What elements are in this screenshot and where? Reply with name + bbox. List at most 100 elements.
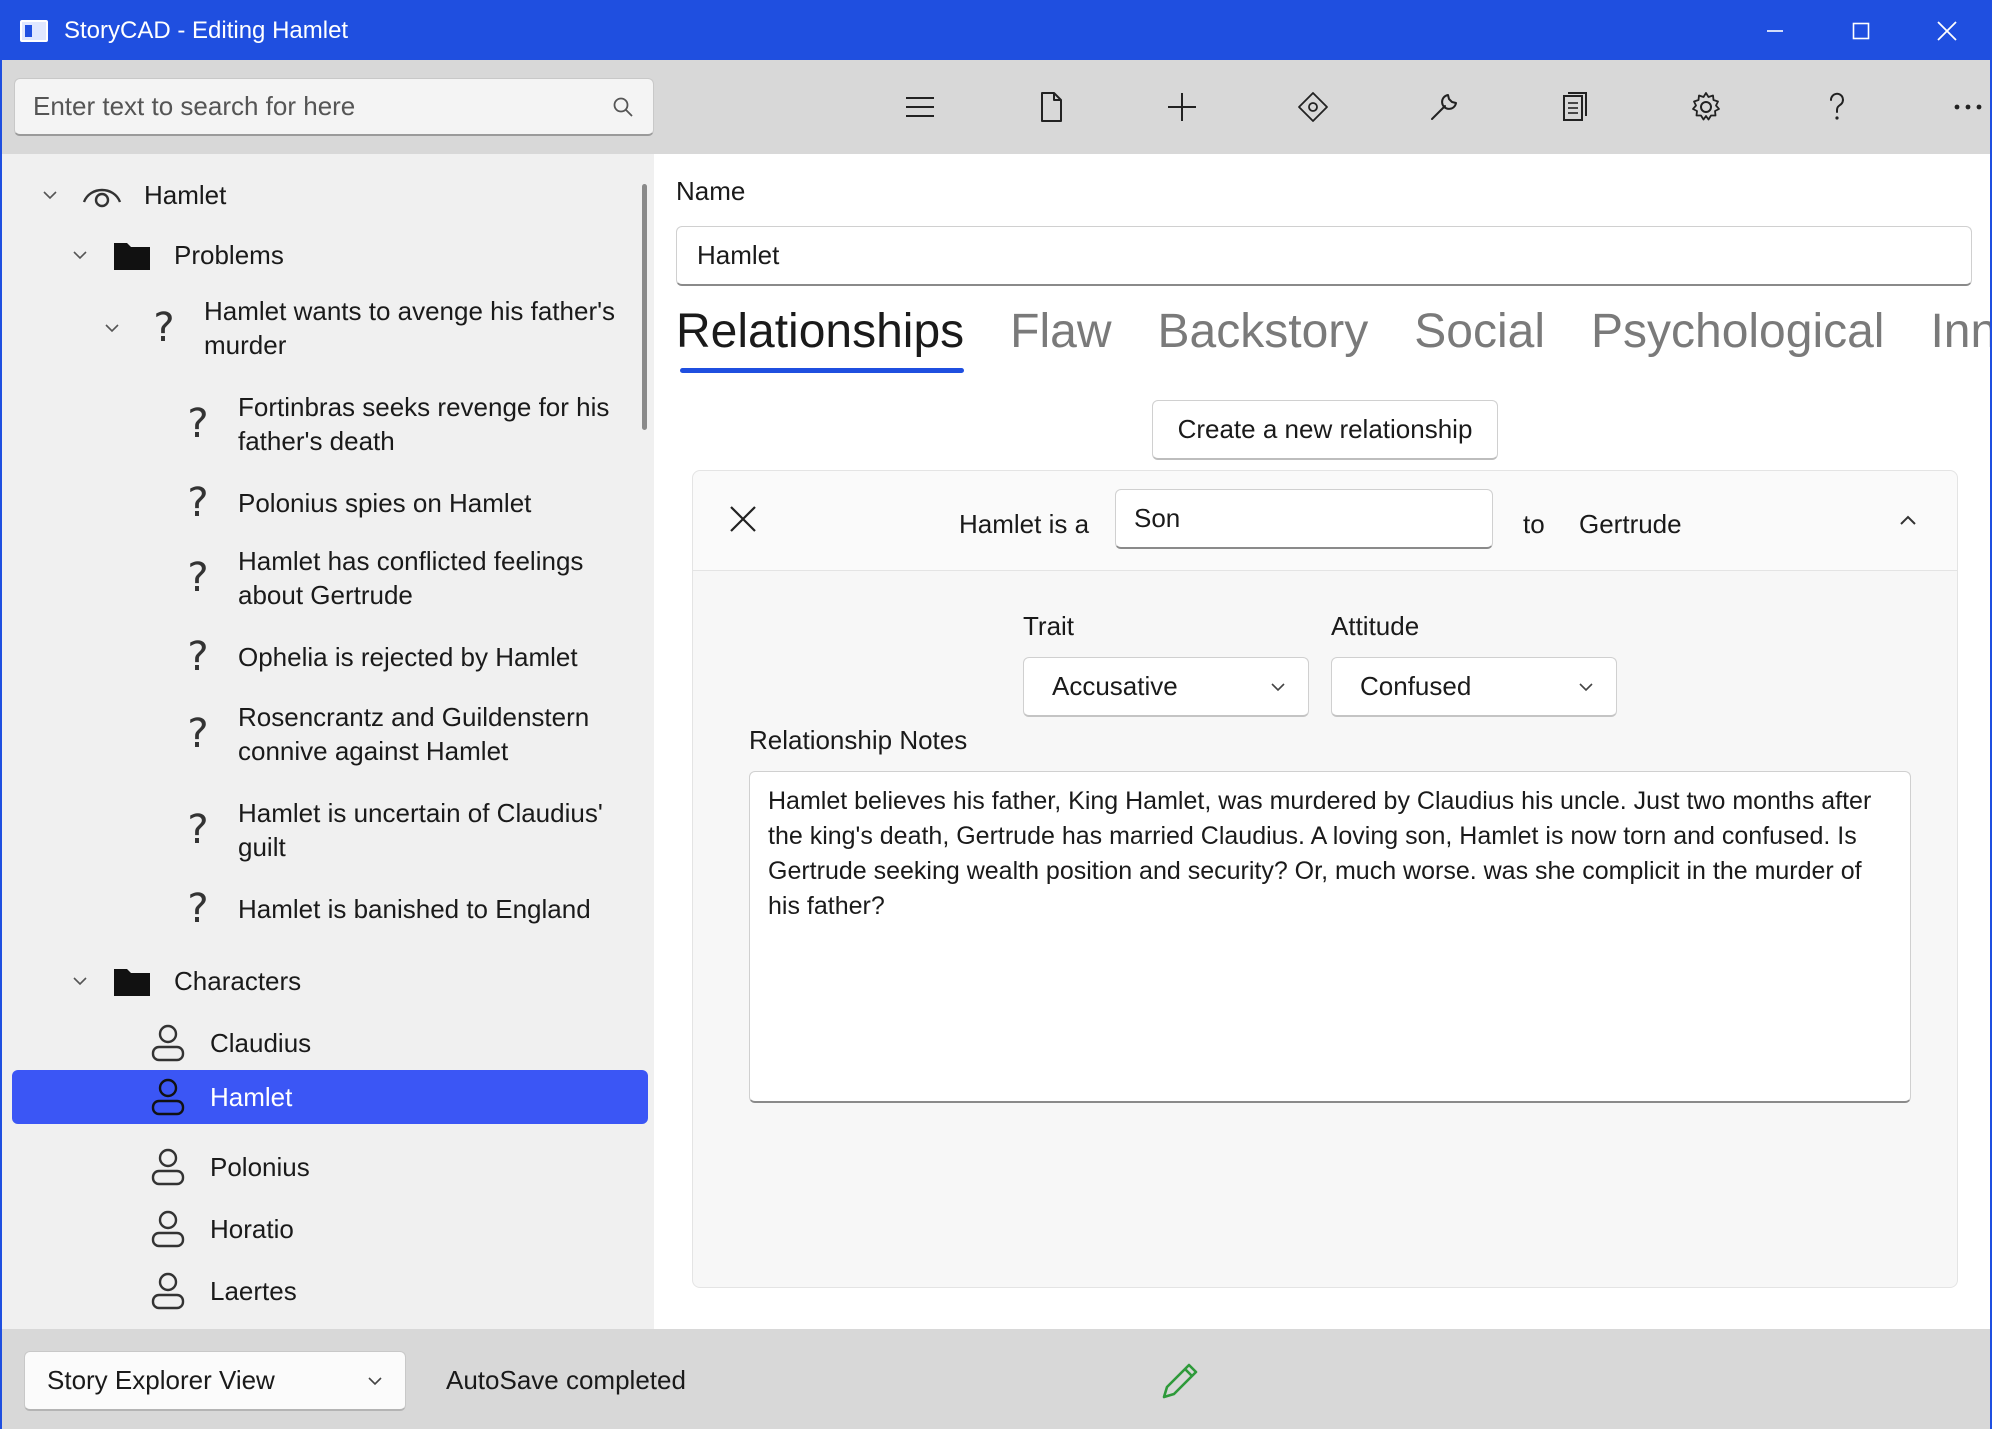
remove-relationship-button[interactable] [723, 499, 763, 539]
tree-node-label: Hamlet is uncertain of Claudius' guilt [238, 798, 603, 862]
tab-social[interactable]: Social [1414, 304, 1545, 359]
more-icon [1954, 104, 1981, 110]
tree-node-character[interactable]: Horatio [148, 1200, 294, 1258]
settings-button[interactable] [1640, 78, 1771, 136]
tree-node-label: Rosencrantz and Guildenstern connive aga… [238, 702, 590, 766]
tree-node-problem[interactable]: ? Hamlet is uncertain of Claudius' guilt [178, 790, 638, 870]
reports-icon [1562, 92, 1587, 121]
chevron-up-icon [1900, 515, 1916, 525]
status-message: AutoSave completed [446, 1365, 686, 1395]
maximize-icon [1852, 22, 1870, 40]
tab-backstory[interactable]: Backstory [1158, 304, 1369, 359]
chevron-down-icon [368, 1376, 382, 1385]
tree-node-problem[interactable]: ? Hamlet is banished to England [178, 880, 638, 938]
tab-flaw[interactable]: Flaw [1010, 304, 1111, 359]
view-selector-value: Story Explorer View [47, 1365, 275, 1395]
more-button[interactable] [1902, 78, 1992, 136]
name-field[interactable]: Hamlet [676, 226, 1972, 286]
folder-icon [112, 961, 152, 1001]
tree-node-problem[interactable]: ? Hamlet wants to avenge his father's mu… [102, 288, 642, 368]
trait-dropdown[interactable]: Accusative [1023, 657, 1309, 717]
app-window: StoryCAD - Editing Hamlet Enter text to … [0, 0, 1992, 1429]
tree-node-characters-folder[interactable]: Characters [70, 952, 301, 1010]
relationship-role-field[interactable]: Son [1115, 489, 1493, 549]
tree-node-label: Hamlet is banished to England [238, 894, 591, 924]
tree-node-label: Problems [174, 240, 284, 270]
tree-node-problem[interactable]: ? Polonius spies on Hamlet [178, 474, 638, 532]
tree-node-problem[interactable]: ? Rosencrantz and Guildenstern connive a… [178, 694, 638, 774]
chevron-down-icon[interactable] [70, 971, 90, 991]
problem-icon: ? [187, 480, 209, 526]
attitude-dropdown[interactable]: Confused [1331, 657, 1617, 717]
toolbar [2, 60, 1990, 154]
problem-icon: ? [187, 807, 209, 853]
name-label: Name [676, 176, 746, 206]
title-bar: StoryCAD - Editing Hamlet [2, 2, 1990, 60]
tree-node-label: Fortinbras seeks revenge for his father'… [238, 392, 610, 456]
relationship-prefix: Hamlet is a [959, 509, 1090, 539]
chevron-down-icon[interactable] [70, 245, 90, 265]
collapse-button[interactable] [1893, 505, 1923, 535]
file-icon [1040, 92, 1062, 122]
tree-node-character[interactable]: Claudius [148, 1014, 311, 1072]
menu-button[interactable] [854, 78, 985, 136]
problem-icon: ? [153, 305, 175, 351]
tree-node-label: Polonius spies on Hamlet [238, 488, 532, 518]
tree-node-problem[interactable]: ? Hamlet has conflicted feelings about G… [178, 538, 638, 618]
tools-button[interactable] [1378, 78, 1509, 136]
tree-node-problems-folder[interactable]: Problems [70, 226, 284, 284]
close-icon [1937, 21, 1957, 41]
tree-node-character[interactable]: Laertes [148, 1262, 297, 1320]
person-icon [148, 1147, 188, 1187]
search-icon[interactable] [611, 95, 635, 119]
tree-node-label: Ophelia is rejected by Hamlet [238, 642, 578, 672]
view-selector-dropdown[interactable]: Story Explorer View [24, 1351, 406, 1411]
tree-node-label: Horatio [210, 1214, 294, 1244]
chevron-down-icon [1579, 682, 1593, 691]
tab-relationships[interactable]: Relationships [676, 304, 965, 373]
search-input[interactable] [33, 91, 611, 122]
tab-inner-traits[interactable]: Inner Tra [1930, 304, 1990, 359]
story-explorer-tree: Hamlet Problems ? Hamlet wants to avenge… [2, 154, 654, 1329]
tab-psychological[interactable]: Psychological [1591, 304, 1884, 359]
window-controls [1732, 2, 1990, 60]
create-relationship-button[interactable]: Create a new relationship [1152, 400, 1498, 460]
new-file-button[interactable] [985, 78, 1116, 136]
tree-node-character-selected[interactable]: Hamlet [12, 1070, 648, 1124]
status-bar: Story Explorer View AutoSave completed [2, 1329, 1990, 1429]
search-box[interactable] [14, 78, 654, 136]
problem-icon: ? [187, 401, 209, 447]
tree-node-label: Hamlet wants to avenge his father's murd… [204, 296, 616, 360]
relationship-to-label: to [1523, 509, 1545, 539]
tree-node-label: Hamlet [144, 180, 227, 210]
relationship-partner: Gertrude [1579, 509, 1682, 539]
reports-button[interactable] [1509, 78, 1640, 136]
move-button[interactable] [1247, 78, 1378, 136]
person-icon [148, 1209, 188, 1249]
person-icon [148, 1023, 188, 1063]
relationship-notes-textarea[interactable]: Hamlet believes his father, King Hamlet,… [749, 771, 1911, 1103]
problem-icon: ? [187, 555, 209, 601]
tree-scrollbar[interactable] [642, 184, 647, 430]
tree-node-label: Polonius [210, 1152, 310, 1182]
tree-node-character[interactable]: Polonius [148, 1138, 310, 1196]
chevron-down-icon[interactable] [102, 318, 122, 338]
help-button[interactable] [1771, 78, 1902, 136]
help-icon [1829, 92, 1844, 120]
tree-node-problem[interactable]: ? Ophelia is rejected by Hamlet [178, 628, 638, 686]
tools-icon [1430, 94, 1457, 120]
tree-node-label: Hamlet [210, 1082, 293, 1112]
chevron-down-icon[interactable] [40, 185, 60, 205]
tree-node-problem[interactable]: ? Fortinbras seeks revenge for his fathe… [178, 384, 638, 464]
tab-strip: Relationships Flaw Backstory Social Psyc… [676, 304, 1990, 373]
tree-node-label: Characters [174, 966, 302, 996]
tree-node-root[interactable]: Hamlet [40, 166, 226, 224]
close-icon [730, 506, 756, 532]
tree-node-label: Laertes [210, 1276, 297, 1306]
add-button[interactable] [1116, 78, 1247, 136]
minimize-button[interactable] [1732, 2, 1818, 60]
tree-node-label: Hamlet has conflicted feelings about Ger… [238, 546, 584, 610]
maximize-button[interactable] [1818, 2, 1904, 60]
relationship-card: Hamlet is a Son to Gertrude Trait Attitu… [692, 470, 1958, 1288]
close-window-button[interactable] [1904, 2, 1990, 60]
